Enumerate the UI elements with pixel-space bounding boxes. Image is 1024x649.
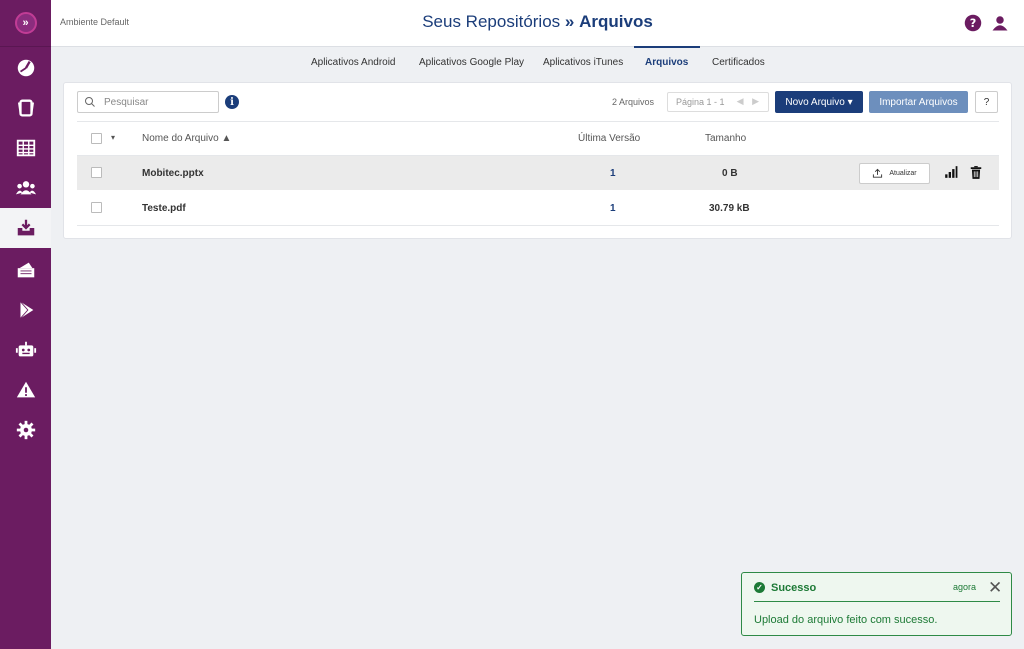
select-dropdown[interactable]: ▾: [111, 133, 115, 142]
robot-icon: [15, 341, 36, 357]
logo[interactable]: »: [14, 12, 37, 34]
tab-google-play[interactable]: Aplicativos Google Play: [419, 57, 524, 68]
search-input[interactable]: [104, 96, 204, 108]
alert-icon: [16, 381, 35, 398]
tab-bar: Aplicativos Android Aplicativos Google P…: [51, 47, 1024, 77]
repository-icon: [17, 219, 34, 236]
logo-area: »: [0, 0, 51, 47]
settings-icon: [16, 420, 35, 440]
column-header-name[interactable]: Nome do Arquivo ▲: [142, 133, 231, 144]
column-header-size[interactable]: Tamanho: [705, 133, 746, 144]
toast-time: agora: [953, 582, 977, 592]
files-panel: i 2 Arquivos Página 1 - 1 ◀ ▶ Novo Arqui…: [63, 82, 1012, 239]
pager-text: Página 1 - 1: [676, 97, 725, 107]
search-box: [77, 91, 219, 113]
pagination: Página 1 - 1 ◀ ▶: [667, 92, 769, 112]
sidebar: »: [0, 0, 51, 649]
title-separator: »: [564, 12, 575, 31]
info-icon[interactable]: i: [225, 95, 239, 109]
sidebar-item-repository[interactable]: [0, 208, 51, 248]
check-circle-icon: ✓: [754, 582, 765, 593]
select-all-checkbox[interactable]: [91, 133, 102, 144]
sidebar-item-policies[interactable]: [0, 250, 51, 290]
file-size: 30.79 kB: [709, 203, 750, 214]
tab-android[interactable]: Aplicativos Android: [311, 57, 396, 68]
tab-itunes[interactable]: Aplicativos iTunes: [543, 57, 623, 68]
import-files-button[interactable]: Importar Arquivos: [869, 91, 968, 113]
stats-icon[interactable]: [944, 165, 958, 179]
user-icon[interactable]: [991, 14, 1009, 32]
title-current: Arquivos: [579, 12, 653, 31]
file-name[interactable]: Mobitec.pptx: [142, 168, 204, 179]
sidebar-item-devices[interactable]: [0, 88, 51, 128]
pager-arrows[interactable]: ◀ ▶: [737, 96, 762, 107]
file-size: 0 B: [722, 168, 738, 179]
search-icon: [85, 97, 95, 107]
sidebar-item-grid[interactable]: [0, 128, 51, 168]
dashboard-icon: [17, 59, 34, 77]
devices-icon: [17, 99, 34, 117]
help-button[interactable]: ?: [975, 91, 998, 113]
file-count: 2 Arquivos: [612, 97, 655, 107]
file-version[interactable]: 1: [610, 203, 616, 214]
sidebar-item-robot[interactable]: [0, 330, 51, 370]
divider: [77, 121, 999, 122]
active-tab-indicator: [634, 46, 700, 48]
sidebar-item-play-store[interactable]: [0, 290, 51, 330]
success-toast: ✓ Sucesso agora ✕ Upload do arquivo feit…: [741, 572, 1012, 636]
policies-icon: [17, 262, 34, 278]
top-header: Ambiente Default Seus Repositórios » Arq…: [51, 0, 1024, 47]
toast-message: Upload do arquivo feito com sucesso.: [754, 614, 938, 626]
table-row[interactable]: Mobitec.pptx 1 0 B Atualizar: [77, 156, 999, 190]
new-file-button[interactable]: Novo Arquivo ▾: [775, 91, 863, 113]
sidebar-item-settings[interactable]: [0, 410, 51, 450]
update-label: Atualizar: [889, 170, 917, 177]
upload-icon: [873, 168, 883, 178]
users-icon: [15, 181, 36, 195]
trash-icon[interactable]: [969, 165, 983, 180]
toast-divider: [754, 601, 1000, 602]
divider: [77, 225, 999, 226]
file-version[interactable]: 1: [610, 168, 616, 179]
play-store-icon: [19, 301, 33, 319]
toast-title: Sucesso: [771, 582, 817, 594]
tab-certificates[interactable]: Certificados: [712, 57, 765, 68]
update-button[interactable]: Atualizar: [859, 163, 930, 184]
help-circle-icon[interactable]: ?: [964, 14, 982, 32]
page-title: Seus Repositórios » Arquivos: [51, 12, 1024, 32]
tab-files[interactable]: Arquivos: [645, 57, 688, 68]
svg-text:?: ?: [970, 17, 977, 30]
title-prefix: Seus Repositórios: [422, 12, 561, 31]
table-row[interactable]: Teste.pdf 1 30.79 kB: [77, 191, 999, 225]
row-checkbox[interactable]: [91, 202, 102, 213]
grid-icon: [16, 139, 35, 157]
file-name[interactable]: Teste.pdf: [142, 203, 186, 214]
sidebar-item-users[interactable]: [0, 168, 51, 208]
row-checkbox[interactable]: [91, 167, 102, 178]
close-icon[interactable]: ✕: [988, 579, 1002, 596]
column-header-version[interactable]: Última Versão: [578, 133, 640, 144]
sidebar-item-alerts[interactable]: [0, 370, 51, 410]
sidebar-item-dashboard[interactable]: [0, 48, 51, 88]
